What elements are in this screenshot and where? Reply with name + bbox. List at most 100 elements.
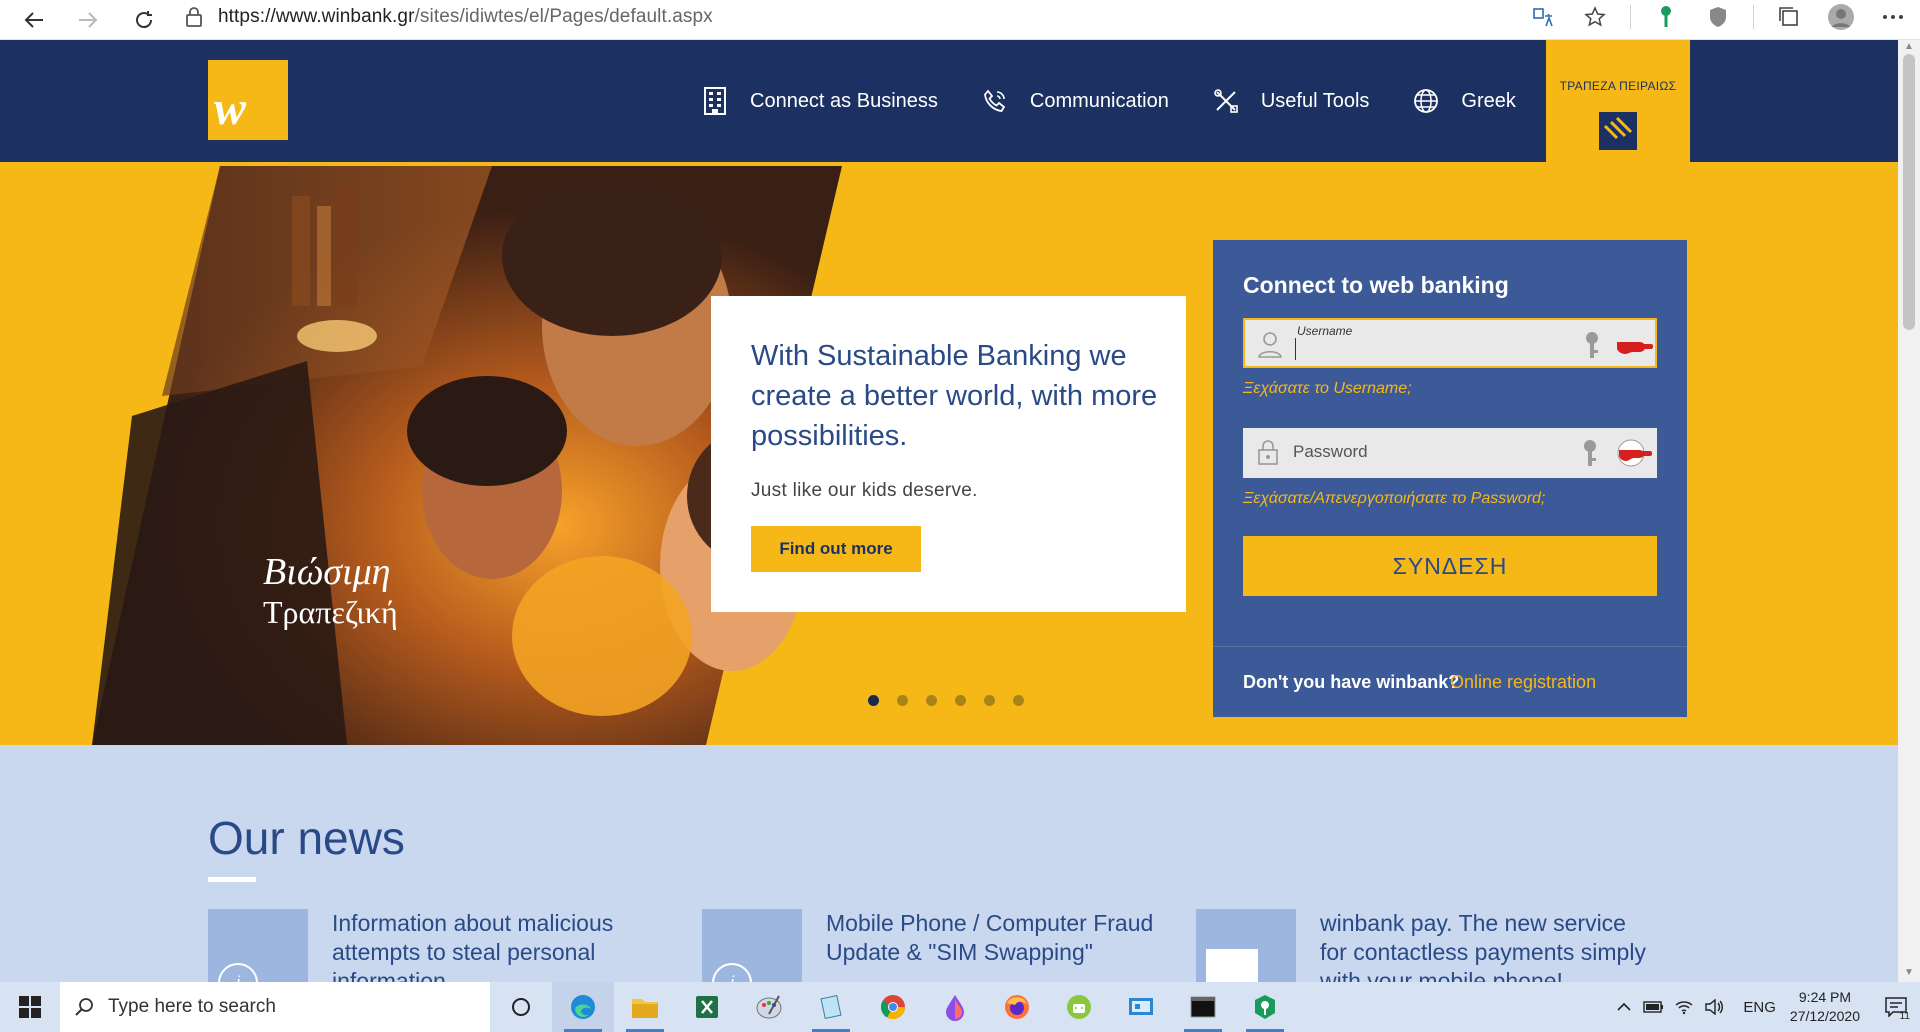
hero-script-title: Βιώσιμη Τραπεζική bbox=[263, 550, 398, 631]
carousel-dots bbox=[868, 695, 1024, 706]
taskbar-clock[interactable]: 9:24 PM 27/12/2020 bbox=[1790, 988, 1860, 1026]
password-field[interactable]: Password bbox=[1243, 428, 1657, 478]
winbank-logo[interactable]: w bbox=[208, 60, 288, 140]
carousel-dot[interactable] bbox=[926, 695, 937, 706]
nav-useful-tools[interactable]: Useful Tools bbox=[1211, 86, 1370, 116]
key-extension-icon[interactable] bbox=[1649, 0, 1683, 34]
taskbar-search-box[interactable]: Type here to search bbox=[60, 982, 490, 1032]
carousel-dot[interactable] bbox=[1013, 695, 1024, 706]
scroll-up-arrow-icon[interactable]: ▲ bbox=[1903, 42, 1915, 52]
battery-icon[interactable] bbox=[1639, 982, 1669, 1032]
windows-taskbar: Type here to search ENG 9:24 PM 27/12/20… bbox=[0, 982, 1920, 1032]
collections-icon[interactable] bbox=[1772, 0, 1806, 34]
login-title: Connect to web banking bbox=[1243, 272, 1509, 298]
windows-start-icon[interactable] bbox=[0, 982, 60, 1032]
news-item[interactable]: i Information about malicious attempts t… bbox=[208, 909, 668, 982]
more-menu-icon[interactable] bbox=[1876, 0, 1910, 34]
news-thumbnail[interactable] bbox=[1196, 909, 1296, 982]
remote-desktop-icon[interactable] bbox=[1110, 982, 1172, 1032]
news-item-title[interactable]: Information about malicious attempts to … bbox=[332, 909, 668, 982]
lock-icon[interactable] bbox=[180, 3, 208, 31]
news-title-underline bbox=[208, 877, 256, 882]
building-icon bbox=[700, 86, 730, 116]
pointing-hand-icon[interactable] bbox=[1613, 438, 1653, 468]
drop-app-icon[interactable] bbox=[924, 982, 986, 1032]
forgot-username-link[interactable]: Ξεχάσατε το Username; bbox=[1243, 380, 1412, 398]
address-bar[interactable]: https://www.winbank.gr/sites/idiwtes/el/… bbox=[180, 0, 1500, 34]
news-item[interactable]: i Mobile Phone / Computer Fraud Update &… bbox=[702, 909, 1162, 982]
carousel-dot[interactable] bbox=[955, 695, 966, 706]
volume-icon[interactable] bbox=[1699, 982, 1729, 1032]
terminal-icon[interactable] bbox=[1172, 982, 1234, 1032]
piraeus-logo-icon bbox=[1599, 112, 1637, 150]
phone-icon bbox=[980, 86, 1010, 116]
nav-label: Communication bbox=[1029, 89, 1169, 112]
scroll-down-arrow-icon[interactable]: ▼ bbox=[1903, 968, 1915, 978]
key-icon[interactable] bbox=[1581, 330, 1603, 360]
online-registration-link[interactable]: Online registration bbox=[1450, 672, 1596, 693]
login-divider bbox=[1213, 646, 1687, 647]
forward-arrow-icon[interactable] bbox=[68, 0, 108, 40]
android-app-icon[interactable] bbox=[1048, 982, 1110, 1032]
translate-icon[interactable] bbox=[1526, 0, 1560, 34]
carousel-dot[interactable] bbox=[984, 695, 995, 706]
toolbar-separator bbox=[1630, 5, 1631, 29]
firefox-icon[interactable] bbox=[986, 982, 1048, 1032]
notification-center-icon[interactable]: 11 bbox=[1872, 982, 1920, 1032]
info-icon: i bbox=[218, 963, 258, 982]
user-icon bbox=[1258, 332, 1282, 358]
news-item-title[interactable]: Mobile Phone / Computer Fraud Update & "… bbox=[826, 909, 1162, 967]
scrollbar-thumb[interactable] bbox=[1903, 54, 1915, 330]
chrome-icon[interactable] bbox=[862, 982, 924, 1032]
language-indicator[interactable]: ENG bbox=[1743, 999, 1776, 1016]
username-field[interactable]: Username bbox=[1243, 318, 1657, 368]
wifi-icon[interactable] bbox=[1669, 982, 1699, 1032]
find-out-more-button[interactable]: Find out more bbox=[751, 526, 921, 572]
news-thumbnail[interactable]: i bbox=[208, 909, 308, 982]
nav-label: Useful Tools bbox=[1260, 89, 1370, 112]
page-scrollbar[interactable]: ▲ ▼ bbox=[1898, 40, 1920, 982]
carousel-dot[interactable] bbox=[868, 695, 879, 706]
cortana-icon[interactable] bbox=[490, 982, 552, 1032]
shield-extension-icon[interactable] bbox=[1701, 0, 1735, 34]
username-label: Username bbox=[1297, 324, 1353, 338]
excel-icon[interactable] bbox=[676, 982, 738, 1032]
login-submit-button[interactable]: ΣΥΝΔΕΣΗ bbox=[1243, 536, 1657, 596]
clock-time: 9:24 PM bbox=[1798, 989, 1852, 1005]
password-manager-icon[interactable] bbox=[1234, 982, 1296, 1032]
notepad-icon[interactable] bbox=[800, 982, 862, 1032]
piraeus-bank-link[interactable]: ΤΡΑΠΕΖΑ ΠΕΙΡΑΙΩΣ bbox=[1546, 40, 1690, 162]
nav-label: Greek bbox=[1461, 89, 1516, 112]
nav-communication[interactable]: Communication bbox=[980, 86, 1169, 116]
password-placeholder: Password bbox=[1293, 442, 1368, 461]
edge-browser-icon[interactable] bbox=[552, 982, 614, 1032]
browser-toolbar: https://www.winbank.gr/sites/idiwtes/el/… bbox=[0, 0, 1920, 40]
profile-avatar-icon[interactable] bbox=[1824, 0, 1858, 34]
forgot-password-link[interactable]: Ξεχάσατε/Απενεργοποιήσατε το Password; bbox=[1243, 490, 1545, 508]
toolbar-separator bbox=[1753, 5, 1754, 29]
hero-banner: Βιώσιμη Τραπεζική With Sustainable Banki… bbox=[0, 162, 1898, 745]
refresh-icon[interactable] bbox=[124, 0, 164, 40]
chevron-up-icon[interactable] bbox=[1609, 982, 1639, 1032]
key-icon[interactable] bbox=[1579, 438, 1601, 468]
hero-title: With Sustainable Banking we create a bet… bbox=[751, 340, 1158, 452]
news-item[interactable]: winbank pay. The new service for contact… bbox=[1196, 909, 1656, 982]
url-text[interactable]: https://www.winbank.gr/sites/idiwtes/el/… bbox=[218, 6, 713, 28]
paint-icon[interactable] bbox=[738, 982, 800, 1032]
news-thumbnail[interactable]: i bbox=[702, 909, 802, 982]
favorite-star-icon[interactable] bbox=[1578, 0, 1612, 34]
news-item-title[interactable]: winbank pay. The new service for contact… bbox=[1320, 909, 1656, 982]
notification-count: 11 bbox=[1899, 1011, 1910, 1022]
nav-language[interactable]: Greek bbox=[1411, 86, 1516, 116]
search-icon bbox=[75, 998, 93, 1016]
site-header: w Connect as Business Communication Usef… bbox=[0, 40, 1898, 162]
carousel-dot[interactable] bbox=[897, 695, 908, 706]
nav-connect-business[interactable]: Connect as Business bbox=[700, 86, 938, 116]
pointing-hand-icon[interactable] bbox=[1615, 330, 1655, 360]
winbank-pay-logo-icon bbox=[1206, 949, 1258, 982]
info-icon: i bbox=[712, 963, 752, 982]
file-explorer-icon[interactable] bbox=[614, 982, 676, 1032]
news-title: Our news bbox=[208, 812, 405, 864]
login-panel: Connect to web banking Username Ξεχάσατε… bbox=[1213, 240, 1687, 717]
back-arrow-icon[interactable] bbox=[14, 0, 54, 40]
